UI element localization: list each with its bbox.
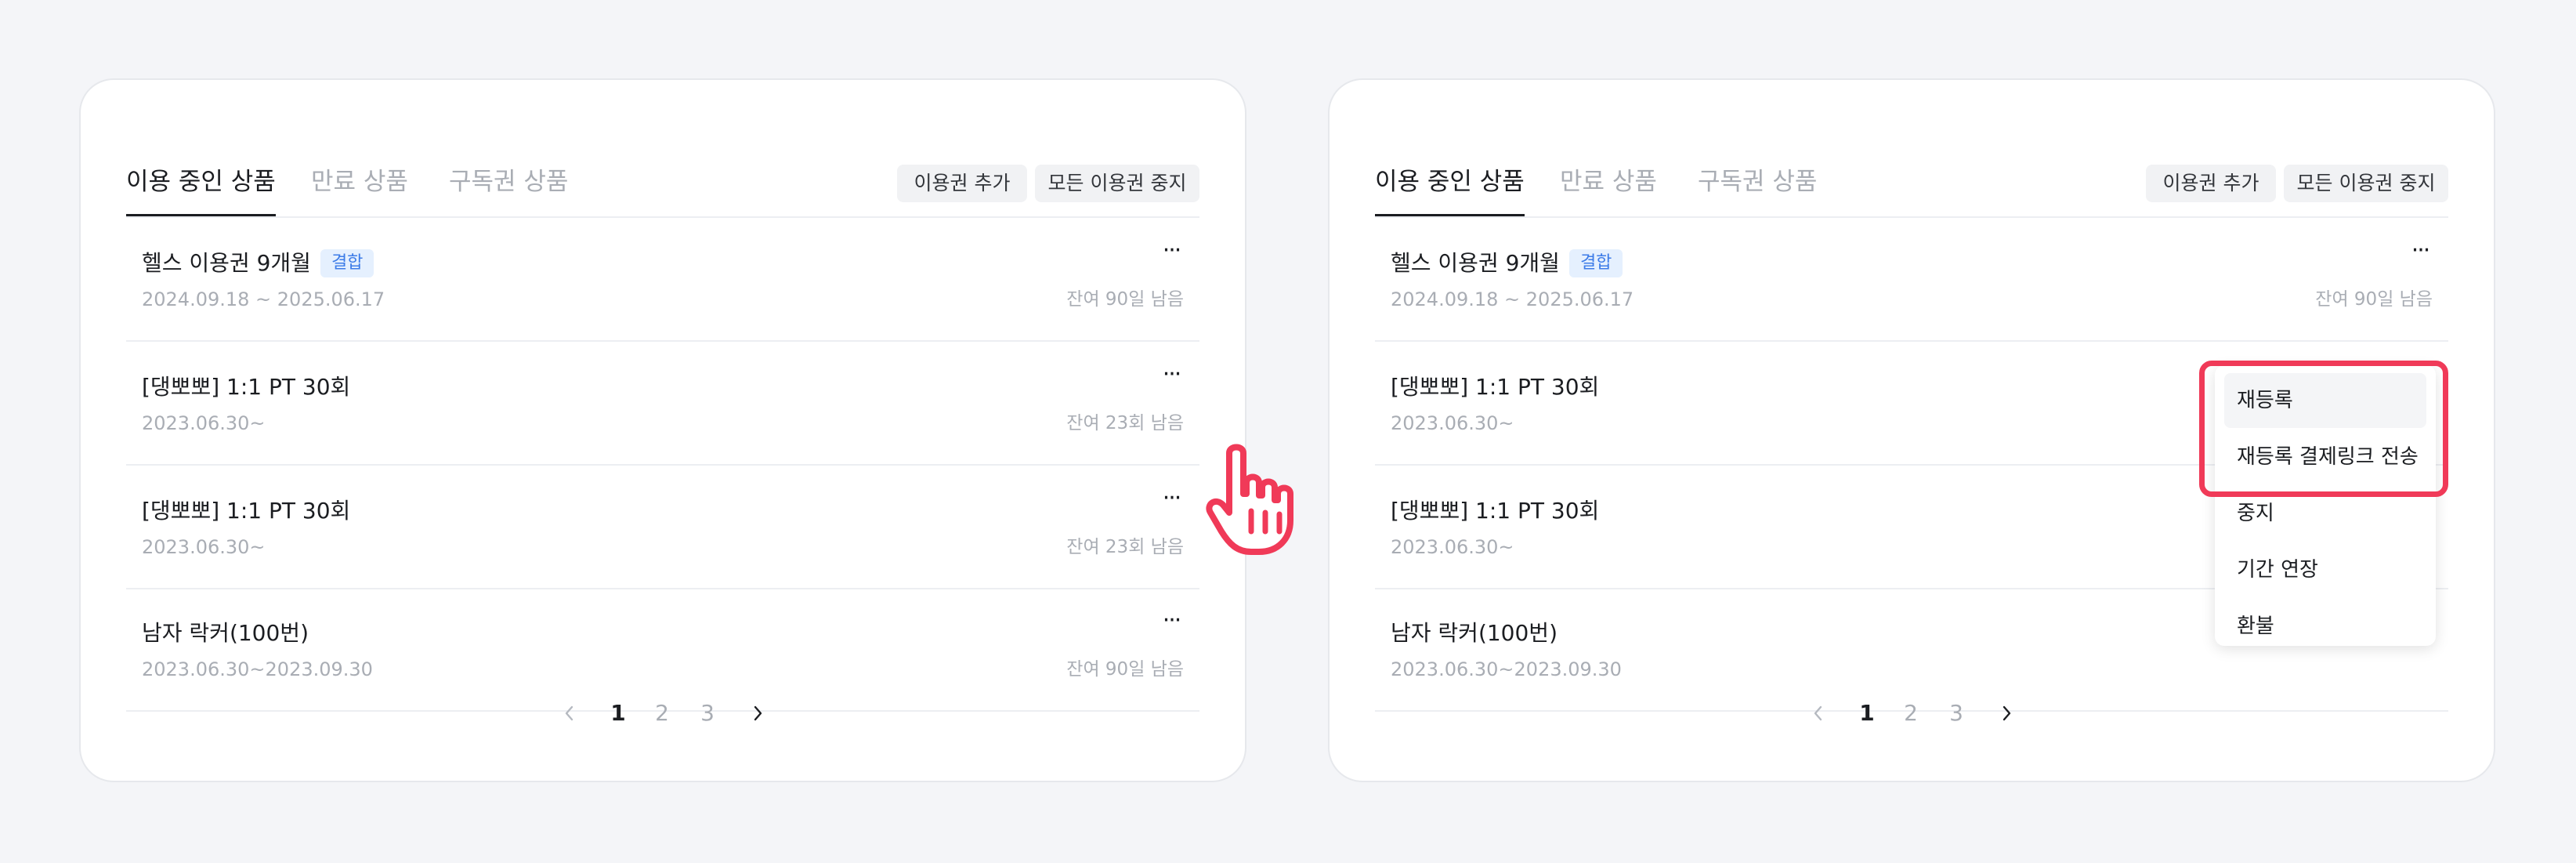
item-date: 2023.06.30~2023.09.30 — [142, 658, 373, 680]
pagination: 1 2 3 — [81, 698, 1245, 729]
pagination: 1 2 3 — [1330, 698, 2494, 729]
ticket-panel-right: 이용 중인 상품 만료 상품 구독권 상품 이용권 추가 모든 이용권 중지 헬… — [1328, 78, 2495, 782]
page-1[interactable]: 1 — [604, 698, 632, 729]
hand-pointer-icon — [1206, 439, 1300, 561]
add-ticket-button[interactable]: 이용권 추가 — [897, 165, 1027, 202]
combo-badge: 결합 — [320, 249, 374, 277]
page-2[interactable]: 2 — [1897, 698, 1925, 729]
item-title: [댕뽀뽀] 1:1 PT 30회 — [142, 374, 351, 400]
item-date: 2023.06.30~ — [1391, 536, 1514, 558]
tab-bar: 이용 중인 상품 만료 상품 구독권 상품 이용권 추가 모든 이용권 중지 — [1375, 122, 2448, 218]
chevron-right-icon[interactable] — [1992, 698, 2021, 729]
chevron-left-icon[interactable] — [555, 698, 584, 729]
tab-subscription-products[interactable]: 구독권 상품 — [1698, 166, 1817, 216]
item-date: 2023.06.30~ — [142, 536, 266, 558]
item-title-wrap: 헬스 이용권 9개월 결합 — [1391, 248, 1623, 279]
tab-active-products[interactable]: 이용 중인 상품 — [1375, 166, 1525, 216]
item-title: 헬스 이용권 9개월 — [142, 250, 311, 276]
item-title: [댕뽀뽀] 1:1 PT 30회 — [1391, 498, 1600, 524]
page-2[interactable]: 2 — [648, 698, 676, 729]
list-item: 헬스 이용권 9개월 결합 2024.09.18 ~ 2025.06.17 잔여 … — [1375, 218, 2448, 342]
item-title: 남자 락커(100번) — [142, 620, 309, 646]
item-date: 2023.06.30~2023.09.30 — [1391, 658, 1622, 680]
chevron-left-icon[interactable] — [1804, 698, 1833, 729]
item-date: 2024.09.18 ~ 2025.06.17 — [1391, 288, 1634, 310]
stop-all-tickets-button[interactable]: 모든 이용권 중지 — [1035, 165, 1199, 202]
item-date: 2024.09.18 ~ 2025.06.17 — [142, 288, 385, 310]
item-date: 2023.06.30~ — [142, 412, 266, 434]
list-item: [댕뽀뽀] 1:1 PT 30회 2023.06.30~ 잔여 23회 남음 ·… — [126, 342, 1199, 466]
tab-expired-products[interactable]: 만료 상품 — [1560, 166, 1657, 216]
page-1[interactable]: 1 — [1853, 698, 1881, 729]
tab-bar: 이용 중인 상품 만료 상품 구독권 상품 이용권 추가 모든 이용권 중지 — [126, 122, 1199, 218]
list-item: [댕뽀뽀] 1:1 PT 30회 2023.06.30~ 잔여 23회 남음 ·… — [126, 466, 1199, 589]
item-remaining: 잔여 23회 남음 — [1066, 413, 1184, 433]
add-ticket-button[interactable]: 이용권 추가 — [2146, 165, 2276, 202]
item-remaining: 잔여 90일 남음 — [2315, 289, 2433, 310]
menu-item-refund[interactable]: 환불 — [2224, 599, 2426, 654]
item-remaining: 잔여 90일 남음 — [1066, 659, 1184, 680]
highlight-box — [2199, 361, 2448, 497]
item-remaining: 잔여 23회 남음 — [1066, 537, 1184, 557]
page-3[interactable]: 3 — [693, 698, 722, 729]
ticket-panel-left: 이용 중인 상품 만료 상품 구독권 상품 이용권 추가 모든 이용권 중지 헬… — [79, 78, 1293, 782]
item-title-wrap: 헬스 이용권 9개월 결합 — [142, 248, 374, 279]
tab-active-products[interactable]: 이용 중인 상품 — [126, 166, 276, 216]
page-3[interactable]: 3 — [1942, 698, 1970, 729]
more-icon[interactable]: ··· — [1156, 487, 1187, 511]
item-title: 남자 락커(100번) — [1391, 620, 1558, 646]
item-title: [댕뽀뽀] 1:1 PT 30회 — [1391, 374, 1600, 400]
item-title: 헬스 이용권 9개월 — [1391, 250, 1560, 276]
combo-badge: 결합 — [1568, 249, 1623, 277]
list-item: 헬스 이용권 9개월 결합 2024.09.18 ~ 2025.06.17 잔여 … — [126, 218, 1199, 342]
more-icon[interactable]: ··· — [1156, 363, 1187, 387]
chevron-right-icon[interactable] — [743, 698, 772, 729]
more-icon[interactable]: ··· — [2404, 239, 2436, 263]
stop-all-tickets-button[interactable]: 모든 이용권 중지 — [2284, 165, 2448, 202]
item-title: [댕뽀뽀] 1:1 PT 30회 — [142, 498, 351, 524]
more-icon[interactable]: ··· — [1156, 239, 1187, 263]
item-date: 2023.06.30~ — [1391, 412, 1514, 434]
item-remaining: 잔여 90일 남음 — [1066, 289, 1184, 310]
more-icon[interactable]: ··· — [1156, 609, 1187, 633]
menu-item-extend-period[interactable]: 기간 연장 — [2224, 542, 2426, 597]
list-item: 남자 락커(100번) 2023.06.30~2023.09.30 잔여 90일… — [126, 588, 1199, 712]
tab-subscription-products[interactable]: 구독권 상품 — [449, 166, 568, 216]
tab-expired-products[interactable]: 만료 상품 — [311, 166, 408, 216]
